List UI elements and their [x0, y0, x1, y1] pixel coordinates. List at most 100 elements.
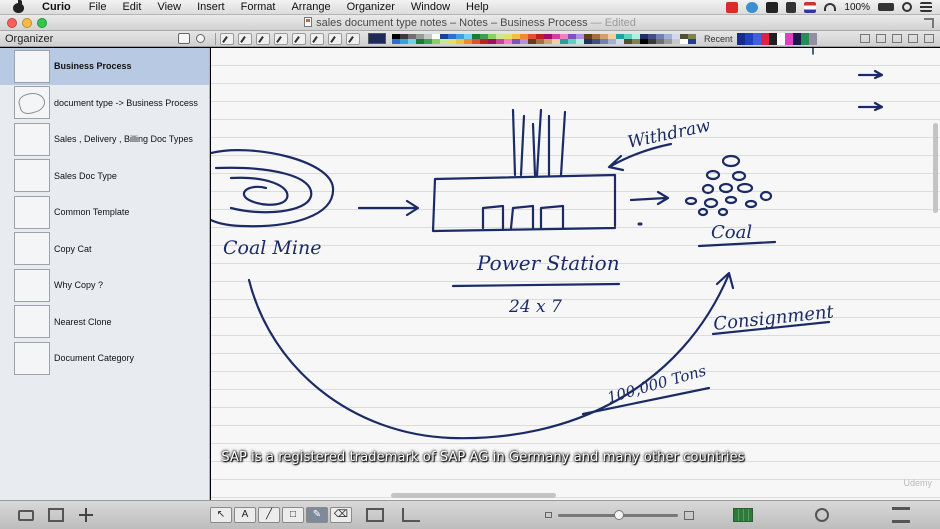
fullscreen-icon[interactable]: [924, 18, 934, 28]
menu-organizer[interactable]: Organizer: [339, 1, 403, 13]
palette-swatch[interactable]: [560, 38, 568, 44]
palette-swatch[interactable]: [672, 38, 680, 44]
eraser-tool-icon[interactable]: [346, 32, 360, 45]
palette-swatch[interactable]: [568, 38, 576, 44]
wifi-icon[interactable]: [824, 3, 837, 11]
inspector-toggle-icon[interactable]: [860, 34, 870, 43]
add-icon[interactable]: [78, 508, 94, 522]
recent-color-swatch[interactable]: [752, 32, 761, 45]
palette-swatch[interactable]: [544, 38, 552, 44]
palette-swatch[interactable]: [576, 38, 584, 44]
vertical-scrollbar[interactable]: [933, 123, 938, 213]
organizer-item-why-copy[interactable]: Why Copy ?: [0, 267, 209, 304]
pen-tool-3-icon[interactable]: [274, 32, 288, 45]
palette-swatch[interactable]: [680, 38, 688, 44]
organizer-item-business-process[interactable]: Business Process: [0, 48, 209, 85]
palette-swatch[interactable]: [632, 38, 640, 44]
select-tool-button[interactable]: ↖: [210, 507, 232, 523]
app-menu[interactable]: Curio: [34, 1, 81, 13]
organizer-item-sales-delivery-billing[interactable]: Sales , Delivery , Billing Doc Types: [0, 121, 209, 158]
recent-color-swatch[interactable]: [744, 32, 753, 45]
palette-swatch[interactable]: [392, 38, 400, 44]
menu-insert[interactable]: Insert: [189, 1, 233, 13]
search-icon[interactable]: [815, 508, 829, 522]
zoom-in-icon[interactable]: [684, 510, 694, 520]
menu-view[interactable]: View: [149, 1, 189, 13]
organizer-item-document-category[interactable]: Document Category: [0, 340, 209, 377]
status-grid-icon[interactable]: [733, 508, 753, 522]
palette-swatch[interactable]: [624, 38, 632, 44]
horizontal-scrollbar[interactable]: [391, 493, 556, 498]
organizer-item-nearest-clone[interactable]: Nearest Clone: [0, 304, 209, 341]
recent-color-swatch[interactable]: [784, 32, 793, 45]
organizer-item-copy-cat[interactable]: Copy Cat: [0, 231, 209, 268]
palette-swatch[interactable]: [424, 38, 432, 44]
palette-swatch[interactable]: [536, 38, 544, 44]
zoom-knob[interactable]: [614, 509, 624, 520]
recent-colors[interactable]: [736, 32, 817, 45]
sidebar-toggle-icon[interactable]: [178, 33, 190, 44]
palette-swatch[interactable]: [528, 38, 536, 44]
up-arrow-icon[interactable]: [908, 34, 918, 43]
recent-color-swatch[interactable]: [768, 32, 777, 45]
menu-window[interactable]: Window: [403, 1, 458, 13]
notification-center-icon[interactable]: [920, 2, 932, 12]
recent-color-swatch[interactable]: [808, 32, 817, 45]
palette-swatch[interactable]: [520, 38, 528, 44]
palette-swatch[interactable]: [496, 38, 504, 44]
share-icon[interactable]: [402, 508, 420, 522]
menu-file[interactable]: File: [81, 1, 115, 13]
menu-edit[interactable]: Edit: [114, 1, 149, 13]
sync-icon[interactable]: [746, 1, 759, 13]
pen-tool-5-icon[interactable]: [310, 32, 324, 45]
palette-swatch[interactable]: [472, 38, 480, 44]
binoculars-icon[interactable]: [786, 1, 797, 13]
palette-swatch[interactable]: [640, 38, 648, 44]
line-tool-button[interactable]: ╱: [258, 507, 280, 523]
current-color-swatch[interactable]: [368, 33, 386, 44]
menu-format[interactable]: Format: [233, 1, 284, 13]
organizer-item-common-template[interactable]: Common Template: [0, 194, 209, 231]
palette-swatch[interactable]: [488, 38, 496, 44]
recent-color-swatch[interactable]: [736, 32, 745, 45]
pen-tool-4-icon[interactable]: [292, 32, 306, 45]
palette-swatch[interactable]: [608, 38, 616, 44]
sheet-icon[interactable]: [48, 508, 64, 522]
organizer-search-icon[interactable]: [196, 34, 205, 43]
record-icon[interactable]: [726, 1, 739, 13]
down-arrow-icon[interactable]: [924, 34, 934, 43]
briefcase-icon[interactable]: [18, 509, 34, 521]
flag-icon[interactable]: [804, 1, 817, 13]
recent-color-swatch[interactable]: [800, 32, 809, 45]
palette-swatch[interactable]: [480, 38, 488, 44]
palette-swatch[interactable]: [592, 38, 600, 44]
pointer-tool-icon[interactable]: [220, 32, 234, 45]
spotlight-icon[interactable]: [902, 2, 912, 12]
pen-tool-button[interactable]: ✎: [306, 507, 328, 523]
text-tool-button[interactable]: A: [234, 507, 256, 523]
palette-swatch[interactable]: [512, 38, 520, 44]
palette-swatch[interactable]: [552, 38, 560, 44]
palette-swatch[interactable]: [600, 38, 608, 44]
insert-image-icon[interactable]: [366, 508, 384, 522]
organizer-item-sales-doc-type[interactable]: Sales Doc Type: [0, 158, 209, 195]
zoom-track[interactable]: [558, 509, 678, 520]
palette-swatch[interactable]: [616, 38, 624, 44]
zoom-slider[interactable]: [545, 509, 695, 520]
pen-tool-1-icon[interactable]: [238, 32, 252, 45]
library-icon[interactable]: [892, 507, 910, 523]
apple-menu-icon[interactable]: [12, 0, 26, 13]
palette-swatch[interactable]: [656, 38, 664, 44]
idea-space-canvas[interactable]: Coal Mine Power Station 24 x 7 Withdraw: [211, 48, 940, 500]
menu-help[interactable]: Help: [458, 1, 497, 13]
palette-swatch[interactable]: [464, 38, 472, 44]
palette-swatch[interactable]: [416, 38, 424, 44]
palette-swatch[interactable]: [688, 38, 696, 44]
battery-icon[interactable]: [878, 3, 894, 11]
palette-swatch[interactable]: [504, 38, 512, 44]
eraser-tool-button[interactable]: ⌫: [330, 507, 352, 523]
recent-color-swatch[interactable]: [792, 32, 801, 45]
palette-swatch[interactable]: [664, 38, 672, 44]
zoom-out-icon[interactable]: [545, 512, 552, 518]
palette-swatch[interactable]: [440, 38, 448, 44]
